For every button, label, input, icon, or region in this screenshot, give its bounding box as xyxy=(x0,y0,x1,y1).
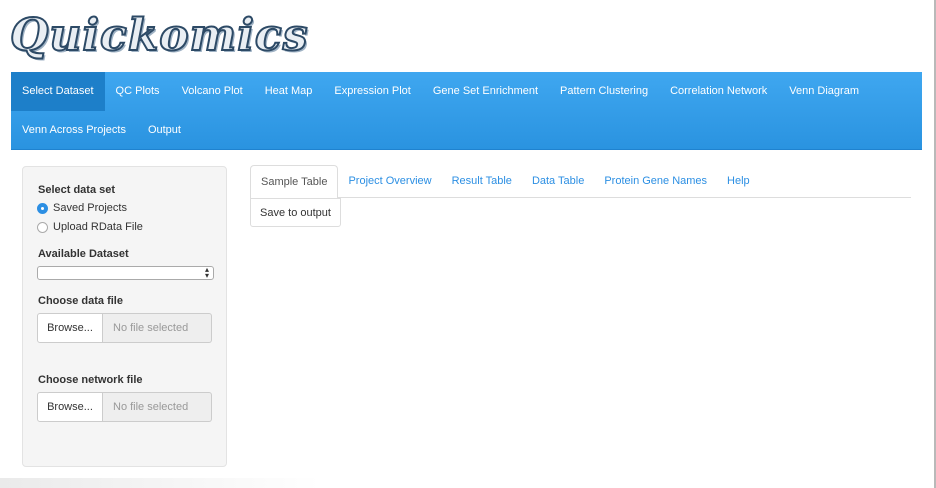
app-logo: Quickomics xyxy=(9,6,309,66)
content-tabs: Sample Table Project Overview Result Tab… xyxy=(250,165,911,199)
data-file-input: Browse... No file selected xyxy=(37,313,212,343)
navbar-row-2: Venn Across Projects Output xyxy=(11,111,192,150)
nav-select-dataset[interactable]: Select Dataset xyxy=(11,72,105,111)
radio-saved-projects[interactable]: Saved Projects xyxy=(37,202,127,214)
choose-network-file-label: Choose network file xyxy=(38,374,143,386)
main-navbar: Select Dataset QC Plots Volcano Plot Hea… xyxy=(11,72,922,150)
nav-output[interactable]: Output xyxy=(137,111,192,150)
tab-sample-table[interactable]: Sample Table xyxy=(250,165,339,199)
nav-expression-plot[interactable]: Expression Plot xyxy=(323,72,421,111)
select-arrows-icon: ▴ ▾ xyxy=(204,265,209,280)
nav-gene-set-enrichment[interactable]: Gene Set Enrichment xyxy=(422,72,549,111)
navbar-row-1: Select Dataset QC Plots Volcano Plot Hea… xyxy=(11,72,870,111)
data-file-name-field: No file selected xyxy=(103,313,212,343)
logo-text: Quickomics xyxy=(9,9,309,62)
tab-protein-gene-names[interactable]: Protein Gene Names xyxy=(594,165,717,198)
bottom-shadow xyxy=(0,478,320,488)
network-file-browse-button[interactable]: Browse... xyxy=(37,392,103,422)
nav-pattern-clustering[interactable]: Pattern Clustering xyxy=(549,72,659,111)
choose-data-file-label: Choose data file xyxy=(38,295,123,307)
tab-data-table[interactable]: Data Table xyxy=(522,165,594,198)
nav-heat-map[interactable]: Heat Map xyxy=(254,72,324,111)
tab-help[interactable]: Help xyxy=(717,165,760,198)
nav-volcano-plot[interactable]: Volcano Plot xyxy=(171,72,254,111)
tab-project-overview[interactable]: Project Overview xyxy=(338,165,441,198)
tab-result-table[interactable]: Result Table xyxy=(442,165,522,198)
network-file-input: Browse... No file selected xyxy=(37,392,212,422)
save-to-output-button[interactable]: Save to output xyxy=(250,198,341,227)
radio-upload-rdata[interactable]: Upload RData File xyxy=(37,221,143,233)
available-dataset-select[interactable]: ▴ ▾ xyxy=(37,266,214,280)
nav-qc-plots[interactable]: QC Plots xyxy=(105,72,171,111)
select-data-set-label: Select data set xyxy=(38,184,116,196)
available-dataset-label: Available Dataset xyxy=(38,248,129,260)
nav-venn-across-projects[interactable]: Venn Across Projects xyxy=(11,111,137,150)
radio-unselected-icon[interactable] xyxy=(37,221,48,233)
nav-correlation-network[interactable]: Correlation Network xyxy=(659,72,778,111)
radio-upload-rdata-label: Upload RData File xyxy=(53,221,143,233)
data-file-browse-button[interactable]: Browse... xyxy=(37,313,103,343)
radio-selected-icon[interactable] xyxy=(37,202,48,214)
network-file-name-field: No file selected xyxy=(103,392,212,422)
radio-saved-projects-label: Saved Projects xyxy=(53,202,127,214)
sidebar-panel: Select data set Saved Projects Upload RD… xyxy=(22,166,227,467)
nav-venn-diagram[interactable]: Venn Diagram xyxy=(778,72,870,111)
